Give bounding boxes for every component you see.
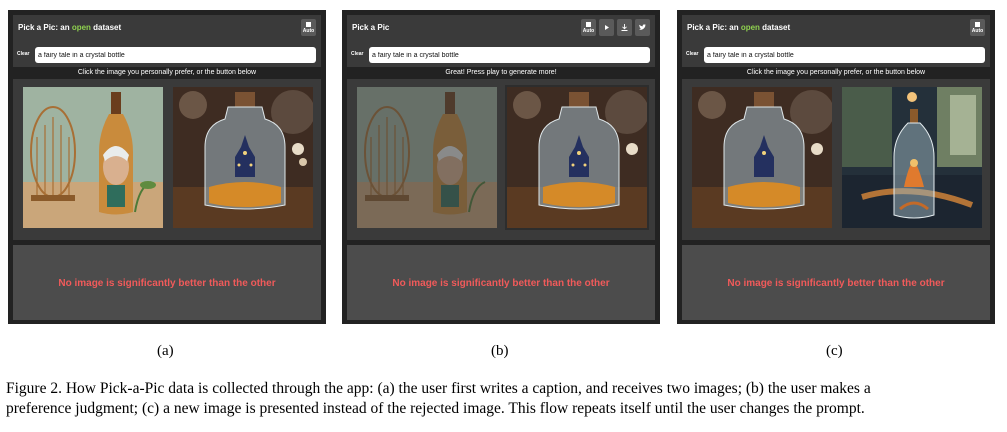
app-header: Pick a Pic: an open dataset Auto [13,15,321,43]
twitter-icon [639,24,646,30]
image-pair [682,79,990,240]
instruction-text: Click the image you personally prefer, o… [77,69,257,76]
play-icon [605,25,609,30]
caption-input[interactable] [369,47,650,63]
play-button[interactable] [599,19,614,36]
download-icon [621,24,628,31]
stop-square-icon [975,22,980,27]
caption-input[interactable] [704,47,985,63]
stop-square-icon [306,22,311,27]
app-panel-a: Pick a Pic: an open dataset Auto Clear C… [8,10,326,324]
auto-button[interactable]: Auto [970,19,985,36]
auto-button[interactable]: Auto [581,19,596,36]
caption-input[interactable] [35,47,316,63]
subfigure-label-b: (b) [491,343,509,359]
no-preference-label: No image is significantly better than th… [727,278,945,289]
caption-row: Clear [682,43,990,67]
generated-image-crystal-bottle[interactable] [173,87,313,228]
figure-caption-line-1: Figure 2. How Pick-a-Pic data is collect… [6,380,871,397]
no-preference-label: No image is significantly better than th… [58,278,276,289]
stop-square-icon [586,22,591,27]
clear-button[interactable]: Clear [351,51,364,57]
download-button[interactable] [617,19,632,36]
no-preference-button[interactable]: No image is significantly better than th… [682,245,990,320]
app-panel-c: Pick a Pic: an open dataset Auto Clear C… [677,10,995,324]
clear-button[interactable]: Clear [686,51,699,57]
app-header: Pick a Pic Auto [347,15,655,43]
image-pair [13,79,321,240]
image-pair [347,79,655,240]
subfigure-label-a: (a) [157,343,174,359]
figure-caption: Figure 2. How Pick-a-Pic data is collect… [6,379,1004,419]
app-title: Pick a Pic [352,23,390,32]
auto-button[interactable]: Auto [301,19,316,36]
instruction-text: Click the image you personally prefer, o… [746,69,926,76]
no-preference-button[interactable]: No image is significantly better than th… [347,245,655,320]
instruction-text: Great! Press play to generate more! [445,69,557,76]
caption-row: Clear [347,43,655,67]
app-title: Pick a Pic: an open dataset [18,23,122,32]
generated-image-bottle-portrait-rejected[interactable] [357,87,497,228]
share-twitter-button[interactable] [635,19,650,36]
generated-image-crystal-bottle-selected[interactable] [505,85,649,230]
subfigure-label-c: (c) [826,343,843,359]
caption-row: Clear [13,43,321,67]
app-title: Pick a Pic: an open dataset [687,23,791,32]
figure-caption-line-2: preference judgment; (c) a new image is … [6,400,865,417]
no-preference-button[interactable]: No image is significantly better than th… [13,245,321,320]
generated-image-crystal-bottle[interactable] [692,87,832,228]
app-header: Pick a Pic: an open dataset Auto [682,15,990,43]
generated-image-bottle-on-table[interactable] [842,87,982,228]
no-preference-label: No image is significantly better than th… [392,278,610,289]
clear-button[interactable]: Clear [17,51,30,57]
app-panel-b: Pick a Pic Auto Clear Great! Press play … [342,10,660,324]
generated-image-bottle-portrait[interactable] [23,87,163,228]
